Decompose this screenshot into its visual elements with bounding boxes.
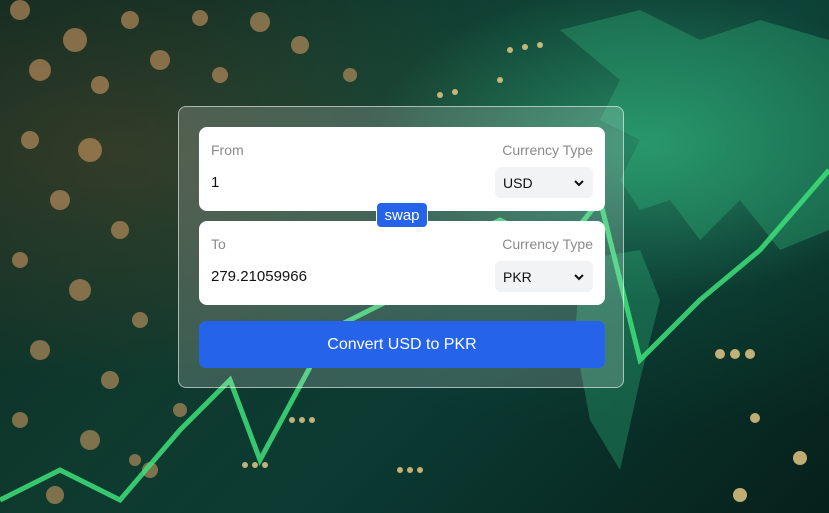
from-panel: From Currency Type USD xyxy=(199,127,605,211)
to-panel: To Currency Type PKR xyxy=(199,221,605,305)
converter-card: From Currency Type USD swap To Currency … xyxy=(178,106,624,388)
swap-button[interactable]: swap xyxy=(376,202,428,228)
from-label: From xyxy=(211,142,244,158)
to-currency-type-label: Currency Type xyxy=(502,236,593,252)
from-amount-input[interactable] xyxy=(211,174,451,191)
to-label: To xyxy=(211,236,226,252)
to-amount-input[interactable] xyxy=(211,268,451,285)
from-currency-select[interactable]: USD xyxy=(495,167,593,198)
to-currency-select[interactable]: PKR xyxy=(495,261,593,292)
chevron-down-icon xyxy=(574,273,584,280)
to-currency-value: PKR xyxy=(503,268,532,285)
from-currency-value: USD xyxy=(503,174,533,191)
chevron-down-icon xyxy=(574,179,584,186)
from-currency-type-label: Currency Type xyxy=(502,142,593,158)
convert-button[interactable]: Convert USD to PKR xyxy=(199,321,605,368)
